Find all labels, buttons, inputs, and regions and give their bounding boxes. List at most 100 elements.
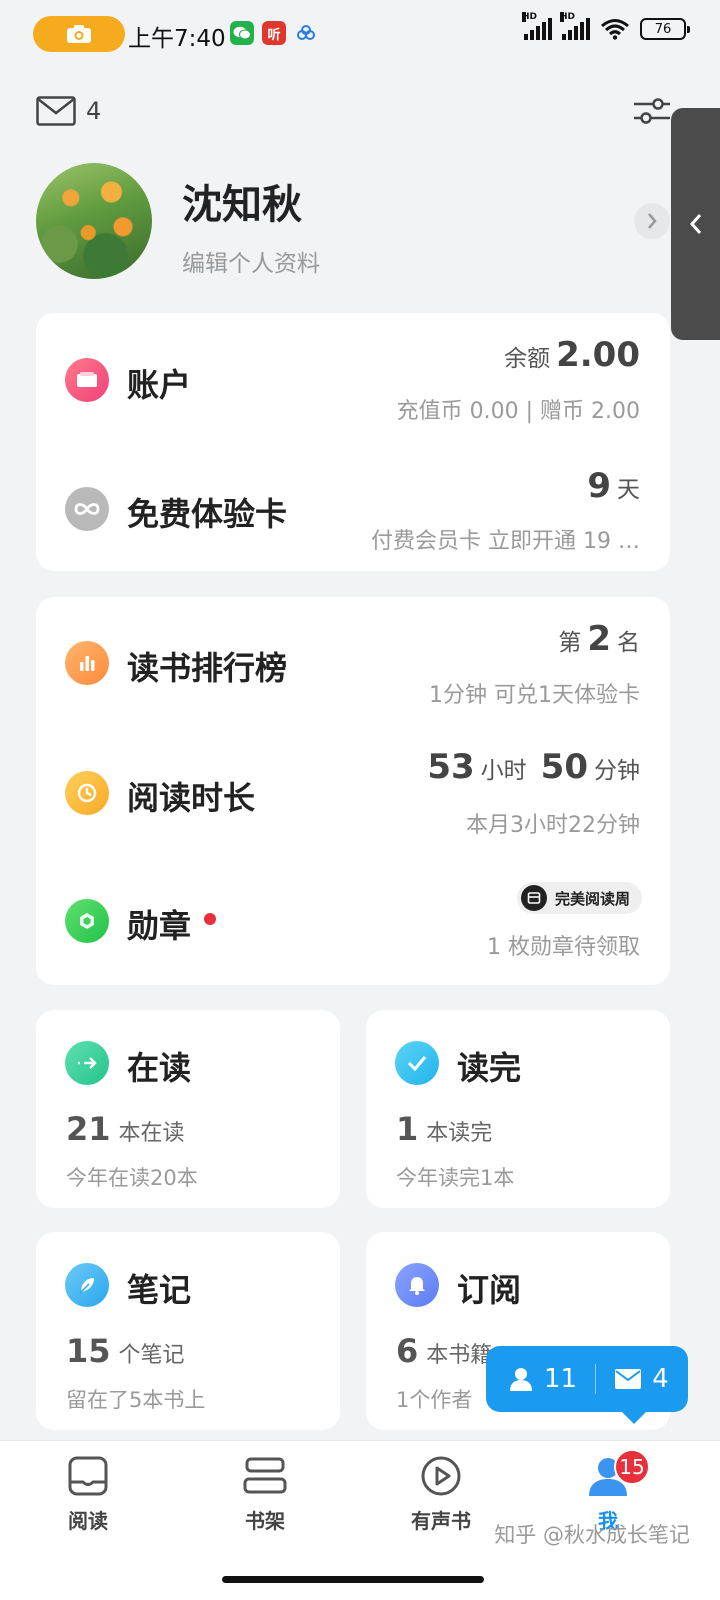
stats-card: 读书排行榜 第2名 1分钟 可兑1天体验卡 阅读时长 53 小时 50 分钟 本月3小… (36, 597, 670, 985)
medal-chip-label: 完美阅读周 (554, 889, 630, 908)
edit-profile-link[interactable]: 编辑个人资料 (182, 244, 320, 278)
subscribe-sub: 1个作者 (396, 1388, 473, 1412)
nav-bookshelf[interactable]: 书架 (205, 1455, 325, 1534)
balance: 余额 2.00 (504, 335, 640, 375)
chevron-right-icon (648, 213, 657, 229)
reading-title: 在读 (127, 1049, 192, 1087)
read-icon (68, 1456, 108, 1496)
ranking-title: 读书排行榜 (127, 649, 288, 687)
nav-read[interactable]: 阅读 (28, 1455, 148, 1534)
reading-hours-unit: 小时 (480, 758, 527, 784)
finished-count-unit: 本读完 (426, 1121, 493, 1146)
camera-indicator[interactable] (33, 16, 125, 52)
reading-count-unit: 本在读 (118, 1121, 185, 1146)
reading-time-total: 53 小时 50 分钟 (421, 747, 640, 787)
medal-chip-icon (520, 885, 547, 911)
signal-icon: HD (522, 12, 552, 40)
notes-sub: 留在了5本书上 (66, 1388, 206, 1412)
followers-count: 11 (544, 1364, 578, 1394)
subscribe-count-value: 6 (396, 1332, 419, 1370)
trial-days: 9天 (581, 466, 640, 506)
reading-sub: 今年在读20本 (66, 1166, 198, 1190)
ting-icon: 听 (262, 21, 286, 45)
notes-count: 15 个笔记 (66, 1332, 185, 1370)
notes-card[interactable]: 笔记 15 个笔记 留在了5本书上 (36, 1232, 340, 1430)
status-right: HD HD 76 (522, 12, 690, 40)
social-bubble[interactable]: 11 4 (486, 1346, 688, 1424)
camera-icon (67, 25, 91, 43)
cloud-icon (294, 21, 318, 45)
medal-chip[interactable]: 完美阅读周 (516, 882, 642, 914)
nav-audiobook-label: 有声书 (411, 1509, 471, 1533)
medal-icon (65, 899, 109, 943)
wallet-icon (65, 358, 109, 402)
arrow-right-icon (65, 1041, 109, 1085)
battery-level: 76 (654, 21, 672, 37)
feather-icon (65, 1263, 109, 1307)
hd-label: HD (560, 12, 576, 22)
balance-value: 2.00 (556, 335, 640, 375)
battery-icon: 76 (640, 18, 690, 40)
trial-upsell[interactable]: 付费会员卡 立即开通 19 … (371, 523, 640, 555)
followers-button[interactable]: 11 (508, 1364, 577, 1394)
audiobook-icon (421, 1456, 461, 1496)
notes-title: 笔记 (127, 1271, 192, 1309)
messages-count: 4 (652, 1364, 669, 1394)
status-time: 上午7:40 (128, 26, 226, 52)
reading-count-value: 21 (66, 1110, 111, 1148)
subscribe-title: 订阅 (457, 1271, 522, 1309)
balance-label: 余额 (504, 346, 551, 372)
settings-sliders-icon[interactable] (632, 96, 672, 126)
trial-card-title: 免费体验卡 (127, 495, 288, 533)
finished-sub: 今年读完1本 (396, 1166, 515, 1190)
reading-time-title: 阅读时长 (127, 779, 256, 817)
wifi-icon (601, 19, 629, 40)
avatar[interactable] (36, 163, 152, 279)
side-panel-handle[interactable] (671, 108, 720, 340)
ranking-suffix: 名 (617, 630, 640, 656)
ranking-icon (65, 641, 109, 685)
reading-hours: 53 (427, 747, 475, 787)
account-card: 账户 余额 2.00 充值币 0.00 | 赠币 2.00 免费体验卡 9天 付费… (36, 313, 670, 571)
medals-title: 勋章 (127, 907, 192, 945)
chevron-left-icon (689, 214, 701, 234)
me-notification-badge: 15 (614, 1449, 650, 1485)
notes-count-value: 15 (66, 1332, 111, 1370)
finished-card[interactable]: 读完 1 本读完 今年读完1本 (366, 1010, 670, 1208)
nav-read-label: 阅读 (68, 1509, 108, 1533)
mail-icon (615, 1369, 642, 1389)
home-indicator[interactable] (222, 1576, 484, 1583)
ranking-value: 2 (587, 619, 611, 659)
watermark: 知乎 @秋水成长笔记 (494, 1523, 690, 1547)
trial-days-unit: 天 (617, 477, 640, 503)
mail-button[interactable]: 4 (36, 96, 101, 126)
nav-audiobook[interactable]: 有声书 (381, 1455, 501, 1534)
ranking-sub: 1分钟 可兑1天体验卡 (429, 683, 640, 708)
profile-arrow-button[interactable] (634, 203, 670, 239)
reading-minutes-unit: 分钟 (594, 758, 640, 784)
messages-button[interactable]: 4 (614, 1364, 669, 1394)
user-name[interactable]: 沈知秋 (182, 172, 302, 230)
reading-card[interactable]: 在读 21 本在读 今年在读20本 (36, 1010, 340, 1208)
new-medal-dot (204, 913, 216, 925)
nav-bookshelf-label: 书架 (245, 1509, 285, 1533)
trial-days-value: 9 (587, 466, 611, 506)
bookshelf-icon (243, 1457, 287, 1494)
subscribe-count: 6 本书籍 (396, 1332, 492, 1370)
bubble-divider (595, 1364, 597, 1394)
clock-icon (65, 771, 109, 815)
ting-icon-text: 听 (267, 27, 281, 43)
ranking-prefix: 第 (558, 630, 582, 656)
signal-icon: HD (560, 12, 590, 40)
hd-label: HD (522, 12, 538, 22)
status-bar: 上午7:40 听 HD HD 76 (0, 0, 720, 70)
finished-title: 读完 (457, 1049, 522, 1087)
wechat-icon (230, 21, 254, 45)
mail-icon (36, 96, 76, 126)
reading-time-sub: 本月3小时22分钟 (466, 813, 640, 838)
bell-icon (395, 1263, 439, 1307)
reading-count: 21 本在读 (66, 1110, 185, 1148)
notes-count-unit: 个笔记 (118, 1343, 185, 1368)
infinity-icon (65, 487, 109, 531)
coin-detail: 充值币 0.00 | 赠币 2.00 (396, 399, 640, 424)
